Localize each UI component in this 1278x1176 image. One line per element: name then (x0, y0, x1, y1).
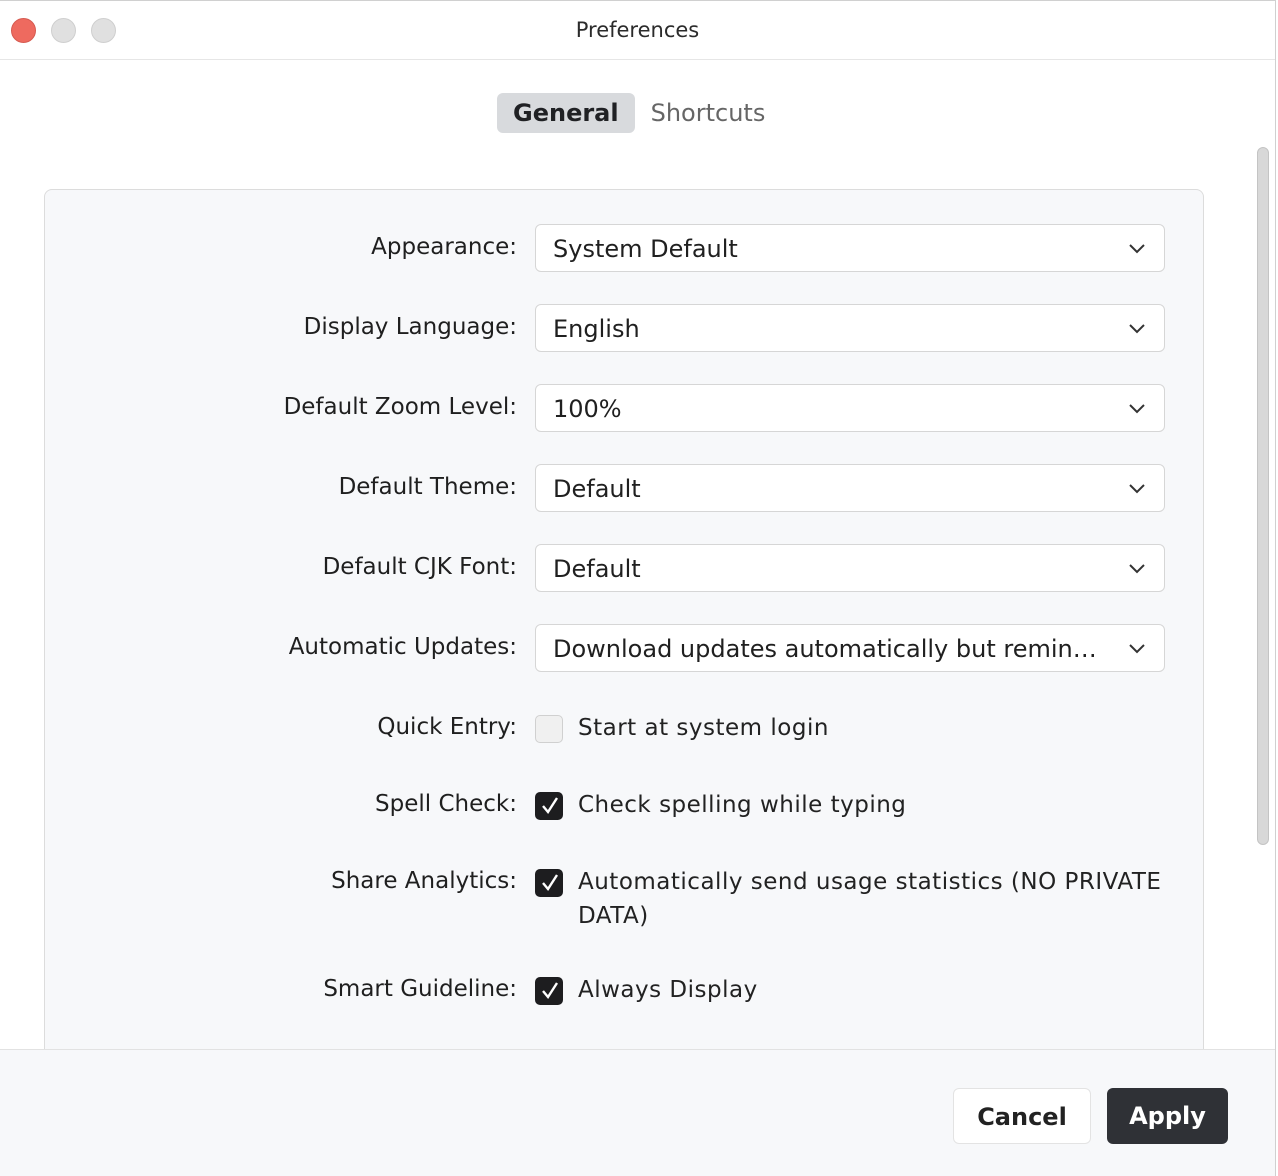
share-analytics-checkbox[interactable] (535, 869, 563, 897)
zoom-level-select[interactable]: 100% (535, 384, 1165, 432)
tab-shortcuts[interactable]: Shortcuts (635, 93, 782, 133)
display-language-label: Display Language: (303, 314, 517, 340)
smart-guideline-checkbox[interactable] (535, 977, 563, 1005)
quick-entry-option: Start at system login (578, 715, 829, 741)
share-analytics-label: Share Analytics: (331, 868, 517, 894)
display-language-value: English (553, 315, 640, 343)
chevron-down-icon (1129, 644, 1145, 654)
cjk-font-value: Default (553, 555, 641, 583)
quick-entry-checkbox[interactable] (535, 715, 563, 743)
general-settings-panel: Appearance: System Default Display Langu… (44, 189, 1204, 1089)
appearance-value: System Default (553, 235, 738, 263)
checkmark-icon (542, 874, 559, 892)
appearance-label: Appearance: (371, 234, 517, 260)
window-title: Preferences (575, 18, 700, 42)
chevron-down-icon (1129, 244, 1145, 254)
spell-check-label: Spell Check: (375, 791, 517, 817)
automatic-updates-select[interactable]: Download updates automatically but remin… (535, 624, 1165, 672)
preferences-window: Preferences General Shortcuts Appearance… (0, 0, 1276, 1176)
quick-entry-label: Quick Entry: (377, 714, 517, 740)
cancel-button[interactable]: Cancel (953, 1088, 1091, 1144)
chevron-down-icon (1129, 324, 1145, 334)
chevron-down-icon (1129, 404, 1145, 414)
title-bar: Preferences (0, 1, 1275, 60)
chevron-down-icon (1129, 564, 1145, 574)
dialog-footer: Cancel Apply (0, 1049, 1275, 1176)
zoom-level-value: 100% (553, 395, 622, 423)
cjk-font-label: Default CJK Font: (322, 554, 517, 580)
theme-value: Default (553, 475, 641, 503)
chevron-down-icon (1129, 484, 1145, 494)
share-analytics-option: Automatically send usage statistics (NO … (578, 869, 1162, 929)
spell-check-option: Check spelling while typing (578, 792, 907, 818)
checkmark-icon (542, 797, 559, 815)
smart-guideline-option: Always Display (578, 977, 758, 1003)
apply-button[interactable]: Apply (1107, 1088, 1228, 1144)
spell-check-checkbox[interactable] (535, 792, 563, 820)
automatic-updates-label: Automatic Updates: (288, 634, 517, 660)
cjk-font-select[interactable]: Default (535, 544, 1165, 592)
tab-general[interactable]: General (497, 93, 635, 133)
appearance-select[interactable]: System Default (535, 224, 1165, 272)
display-language-select[interactable]: English (535, 304, 1165, 352)
automatic-updates-value: Download updates automatically but remin… (553, 635, 1108, 663)
theme-select[interactable]: Default (535, 464, 1165, 512)
checkmark-icon (542, 982, 559, 1000)
tab-bar: General Shortcuts (497, 93, 781, 133)
zoom-level-label: Default Zoom Level: (283, 394, 517, 420)
vertical-scrollbar[interactable] (1257, 147, 1269, 845)
smart-guideline-label: Smart Guideline: (323, 976, 517, 1002)
theme-label: Default Theme: (338, 474, 517, 500)
